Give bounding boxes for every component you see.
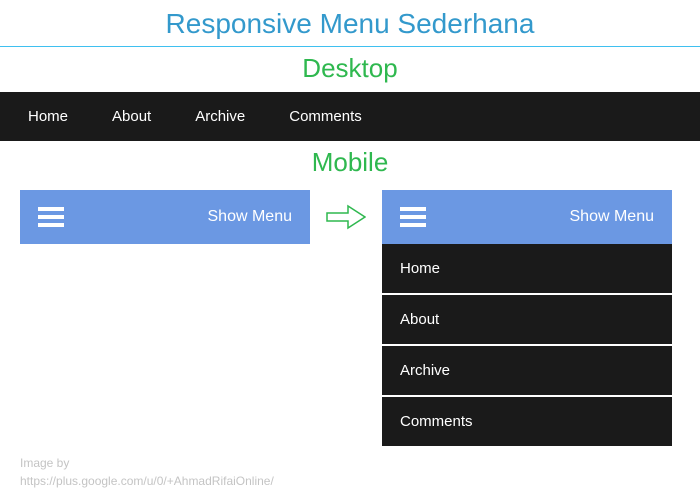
- arrow-icon: [324, 190, 368, 244]
- section-heading-desktop: Desktop: [0, 47, 700, 92]
- nav-item-home[interactable]: Home: [6, 92, 90, 141]
- nav-item-about[interactable]: About: [90, 92, 173, 141]
- credit-line1: Image by: [20, 454, 274, 472]
- mobile-nav-item-comments[interactable]: Comments: [382, 397, 672, 446]
- mobile-nav-item-archive[interactable]: Archive: [382, 346, 672, 397]
- nav-item-comments[interactable]: Comments: [267, 92, 384, 141]
- page-title: Responsive Menu Sederhana: [0, 0, 700, 47]
- mobile-area: Show Menu Show Menu Home About Archive C…: [0, 190, 700, 446]
- hamburger-icon: [38, 207, 64, 227]
- mobile-nav-item-home[interactable]: Home: [382, 244, 672, 295]
- mobile-collapsed: Show Menu: [20, 190, 310, 244]
- desktop-navbar: Home About Archive Comments: [0, 92, 700, 141]
- mobile-expanded: Show Menu Home About Archive Comments: [382, 190, 672, 446]
- hamburger-icon: [400, 207, 426, 227]
- mobile-menu-toggle-expanded[interactable]: Show Menu: [382, 190, 672, 244]
- mobile-menu-toggle[interactable]: Show Menu: [20, 190, 310, 244]
- show-menu-label: Show Menu: [208, 208, 293, 226]
- nav-item-archive[interactable]: Archive: [173, 92, 267, 141]
- credit-line2: https://plus.google.com/u/0/+AhmadRifaiO…: [20, 472, 274, 490]
- image-credit: Image by https://plus.google.com/u/0/+Ah…: [20, 454, 274, 490]
- mobile-nav-item-about[interactable]: About: [382, 295, 672, 346]
- mobile-menu-list: Home About Archive Comments: [382, 244, 672, 446]
- show-menu-label: Show Menu: [570, 208, 655, 226]
- section-heading-mobile: Mobile: [0, 141, 700, 186]
